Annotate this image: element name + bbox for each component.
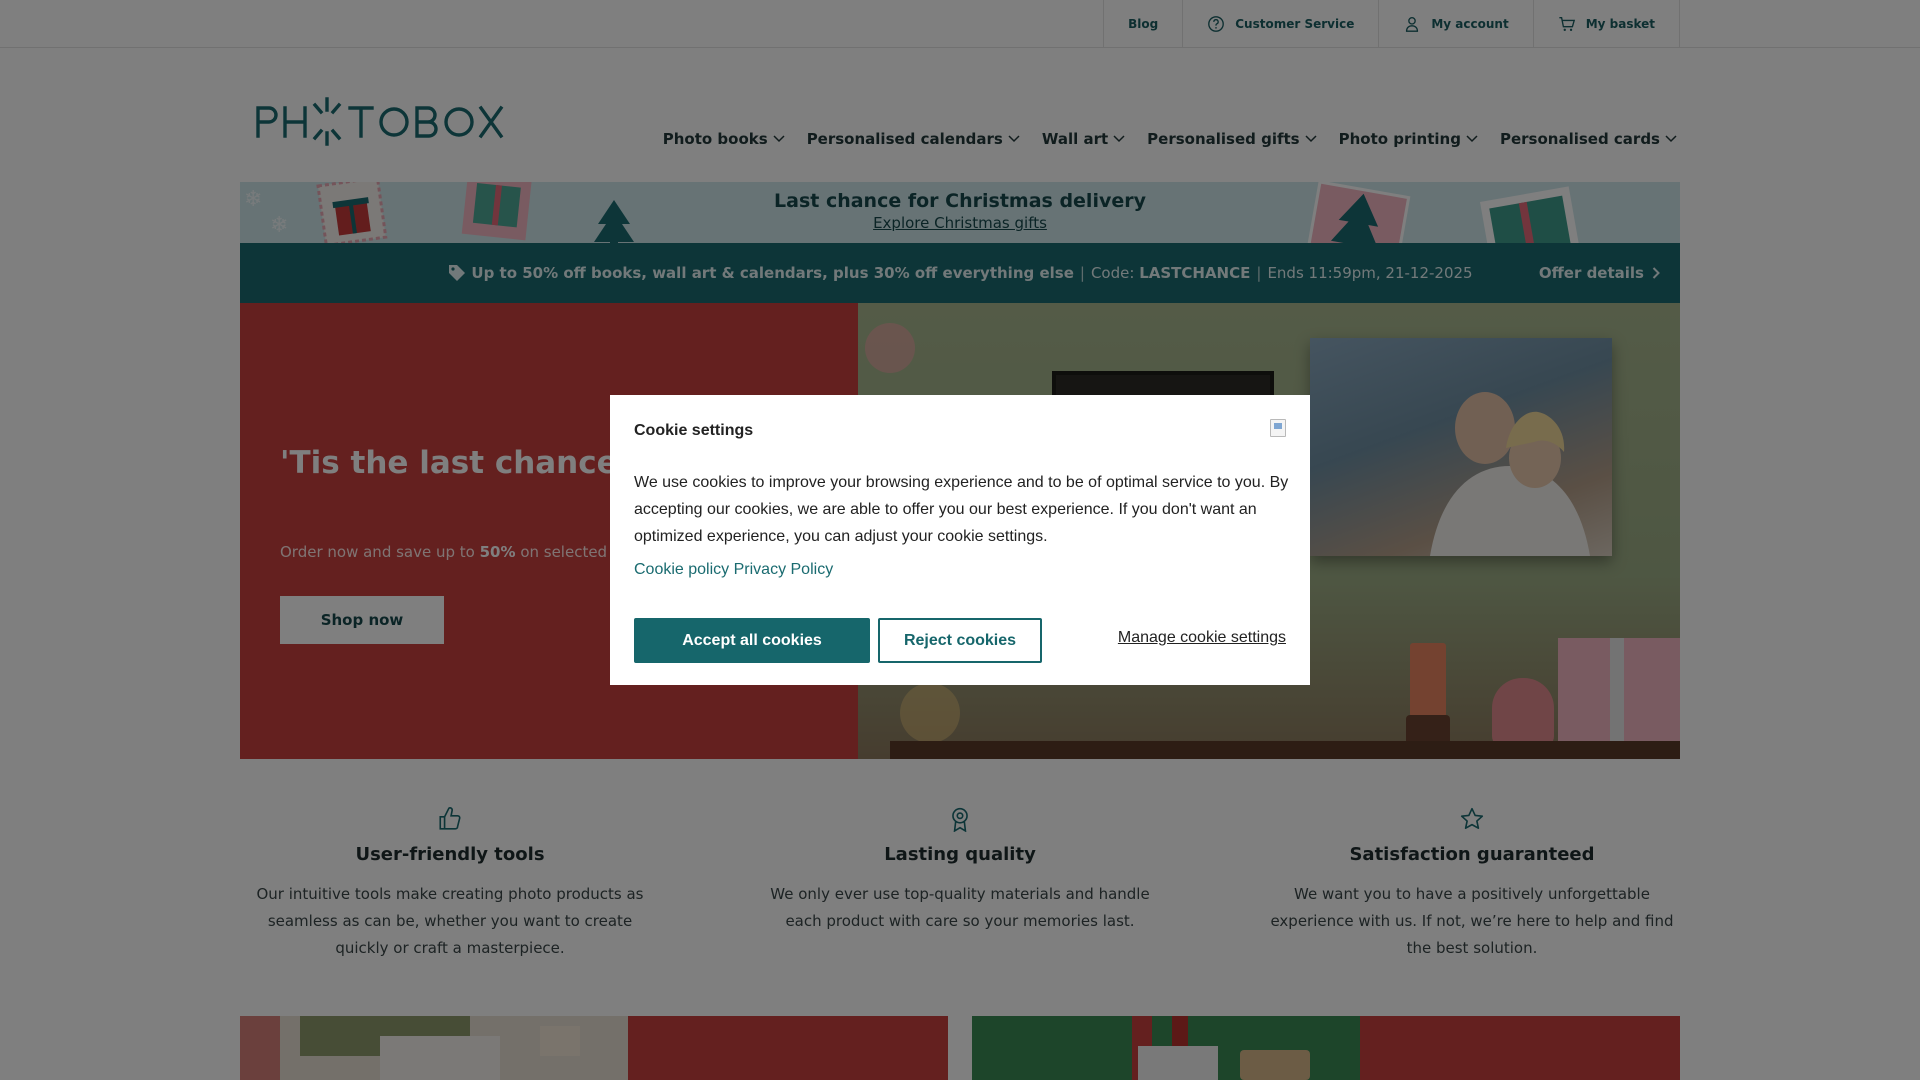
cookie-modal-title: Cookie settings	[634, 422, 754, 439]
close-icon[interactable]	[1270, 419, 1286, 437]
cookie-settings-modal: Cookie settings We use cookies to improv…	[610, 395, 1310, 685]
manage-cookie-settings-link[interactable]: Manage cookie settings	[1118, 629, 1286, 647]
accept-all-cookies-button[interactable]: Accept all cookies	[634, 618, 870, 663]
cookie-policy-link[interactable]: Cookie policy	[634, 561, 729, 578]
privacy-policy-link[interactable]: Privacy Policy	[734, 561, 834, 578]
reject-cookies-button[interactable]: Reject cookies	[878, 618, 1042, 663]
cookie-modal-links: Cookie policy Privacy Policy	[634, 561, 833, 579]
cookie-modal-body: We use cookies to improve your browsing …	[634, 474, 1289, 545]
